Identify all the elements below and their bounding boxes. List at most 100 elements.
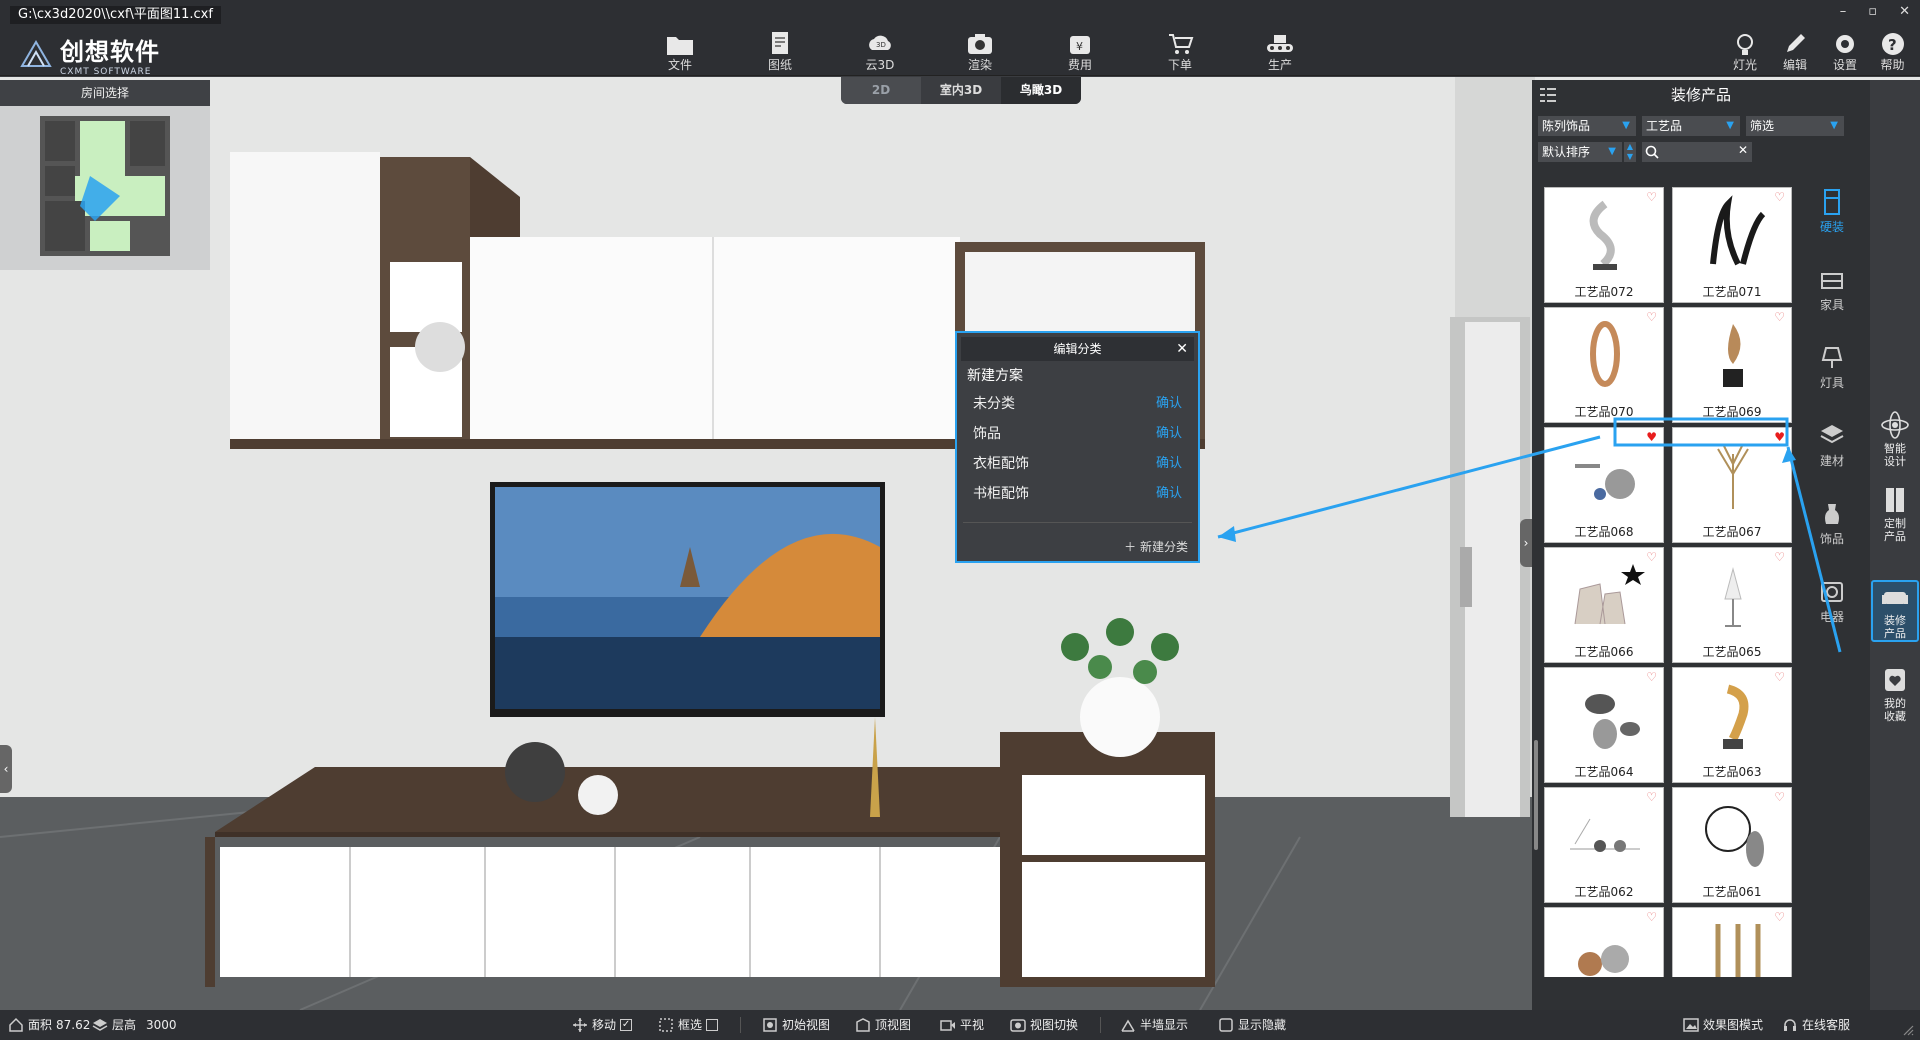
side-my-favorites[interactable]: 我的 收藏 <box>1871 665 1919 723</box>
product-card[interactable]: ♡ <box>1672 907 1792 977</box>
category-label: 家具 <box>1819 298 1844 312</box>
category-lamps[interactable]: 灯具 <box>1804 344 1860 414</box>
product-card[interactable]: ♥ 工艺品067 <box>1672 427 1792 543</box>
toolbar-help-button[interactable]: ? 帮助 <box>1865 30 1920 74</box>
toolbar-drawing-button[interactable]: 图纸 <box>750 30 810 74</box>
product-card[interactable]: ♡ 工艺品062 <box>1544 787 1664 903</box>
online-support-button[interactable]: 在线客服 <box>1782 1010 1850 1040</box>
product-card[interactable]: ♡ 工艺品071 <box>1672 187 1792 303</box>
confirm-button[interactable]: 确认 <box>1156 449 1182 479</box>
category-appliances[interactable]: 电器 <box>1804 578 1860 648</box>
product-card[interactable]: ♡ 工艺品069 <box>1672 307 1792 423</box>
favorite-heart-icon[interactable]: ♡ <box>1774 310 1785 324</box>
favorite-heart-icon[interactable]: ♡ <box>1774 790 1785 804</box>
favorite-heart-icon[interactable]: ♡ <box>1646 310 1657 324</box>
new-plan-item[interactable]: 新建方案 <box>957 361 1198 389</box>
sort-select[interactable]: 默认排序 ▼ <box>1538 142 1622 162</box>
switch-view-button[interactable]: 视图切换 <box>1010 1010 1078 1040</box>
toolbar-order-button[interactable]: 下单 <box>1150 30 1210 74</box>
3d-viewport[interactable]: 2D 室内3D 鸟瞰3D 房间选择 ‹ › 编辑分类 ✕ 新建方案 未分类 确认… <box>0 77 1920 1010</box>
favorite-heart-icon[interactable]: ♡ <box>1646 910 1657 924</box>
confirm-button[interactable]: 确认 <box>1156 389 1182 419</box>
favorite-heart-icon[interactable]: ♡ <box>1646 670 1657 684</box>
sort-order-stepper[interactable]: ▲ ▼ <box>1624 142 1636 162</box>
subcategory-select-value: 工艺品 <box>1646 119 1683 133</box>
product-card[interactable]: ♡ 工艺品070 <box>1544 307 1664 423</box>
subcategory-select[interactable]: 工艺品 ▼ <box>1642 116 1740 136</box>
collapse-right-handle[interactable]: › <box>1520 519 1532 567</box>
category-row[interactable]: 衣柜配饰 确认 <box>957 449 1198 479</box>
tab-2d[interactable]: 2D <box>841 77 921 104</box>
minimize-button[interactable]: – <box>1840 4 1847 19</box>
favorite-heart-icon[interactable]: ♥ <box>1774 430 1785 444</box>
product-card[interactable]: ♡ 工艺品061 <box>1672 787 1792 903</box>
category-furniture[interactable]: 家具 <box>1804 266 1860 336</box>
favorite-heart-icon[interactable]: ♡ <box>1774 670 1785 684</box>
appliance-icon <box>1821 582 1843 602</box>
resize-grip-icon[interactable] <box>1902 1024 1914 1036</box>
toolbar-file-button[interactable]: 文件 <box>650 30 710 74</box>
category-select[interactable]: 陈列饰品 ▼ <box>1538 116 1636 136</box>
toolbar-cloud3d-button[interactable]: 3D 云3D <box>850 30 910 74</box>
product-card[interactable]: ♡ 工艺品065 <box>1672 547 1792 663</box>
move-toggle[interactable]: 移动 ✓ <box>572 1010 633 1040</box>
product-card[interactable]: ♡ 工艺品063 <box>1672 667 1792 783</box>
search-input[interactable]: ✕ <box>1642 142 1752 162</box>
top-view-button[interactable]: 顶视图 <box>855 1010 911 1040</box>
category-row[interactable]: 书柜配饰 确认 <box>957 479 1198 509</box>
category-row[interactable]: 饰品 确认 <box>957 419 1198 449</box>
svg-text:3D: 3D <box>876 41 886 49</box>
favorite-heart-icon[interactable]: ♥ <box>1646 430 1657 444</box>
side-custom-products[interactable]: 定制 产品 <box>1871 485 1919 543</box>
move-checkbox[interactable]: ✓ <box>620 1019 633 1031</box>
product-card[interactable]: ♡ <box>1544 907 1664 977</box>
floorplan-minimap[interactable] <box>0 106 210 270</box>
collapse-left-handle[interactable]: ‹ <box>0 745 12 793</box>
tab-interior-3d[interactable]: 室内3D <box>921 77 1001 104</box>
box-select-toggle[interactable]: 框选 <box>658 1010 719 1040</box>
category-row[interactable]: 未分类 确认 <box>957 389 1198 419</box>
product-card[interactable]: ♡ 工艺品066 <box>1544 547 1664 663</box>
product-card[interactable]: ♡ 工艺品064 <box>1544 667 1664 783</box>
plan-view-button[interactable]: 平视 <box>940 1010 984 1040</box>
help-icon: ? <box>1881 33 1904 55</box>
close-window-button[interactable]: ✕ <box>1899 4 1910 19</box>
favorite-heart-icon[interactable]: ♡ <box>1774 190 1785 204</box>
show-hide-button[interactable]: 显示隐藏 <box>1218 1010 1286 1040</box>
toolbar-production-button[interactable]: 生产 <box>1250 30 1310 74</box>
clear-search-icon[interactable]: ✕ <box>1738 143 1748 157</box>
confirm-button[interactable]: 确认 <box>1156 419 1182 449</box>
category-hard-decoration[interactable]: 硬装 <box>1804 188 1860 258</box>
favorite-heart-icon[interactable]: ♡ <box>1646 550 1657 564</box>
product-panel: 装修产品 陈列饰品 ▼ 工艺品 ▼ 筛选 ▼ 默认排序 ▼ ▲ ▼ ✕ ♡ 工艺… <box>1532 80 1870 1010</box>
box-select-checkbox[interactable] <box>706 1019 719 1031</box>
product-thumbnail <box>1723 684 1749 749</box>
filter-select[interactable]: 筛选 ▼ <box>1746 116 1844 136</box>
toolbar-cost-button[interactable]: ¥ 费用 <box>1050 30 1110 74</box>
favorite-heart-icon[interactable]: ♡ <box>1774 910 1785 924</box>
side-smart-design[interactable]: 智能 设计 <box>1871 410 1919 468</box>
maximize-button[interactable]: ▫ <box>1868 4 1877 19</box>
new-category-button[interactable]: ＋ 新建分类 <box>1124 538 1188 555</box>
toolbar-render-button[interactable]: 渲染 <box>950 30 1010 74</box>
initial-view-button[interactable]: 初始视图 <box>762 1010 830 1040</box>
divider <box>740 1017 741 1033</box>
favorite-heart-icon[interactable]: ♡ <box>1774 550 1785 564</box>
category-accessories[interactable]: 饰品 <box>1804 500 1860 570</box>
product-name: 工艺品070 <box>1574 405 1634 419</box>
half-wall-button[interactable]: 半墙显示 <box>1120 1010 1188 1040</box>
product-card[interactable]: ♡ 工艺品072 <box>1544 187 1664 303</box>
render-mode-button[interactable]: 效果图模式 <box>1683 1010 1763 1040</box>
tab-birdseye-3d[interactable]: 鸟瞰3D <box>1001 77 1081 104</box>
product-scrollbar[interactable] <box>1534 740 1538 850</box>
favorite-heart-icon[interactable]: ♡ <box>1646 190 1657 204</box>
category-label: 建材 <box>1819 454 1844 468</box>
close-icon[interactable]: ✕ <box>1176 337 1188 361</box>
list-menu-icon[interactable] <box>1540 88 1556 102</box>
category-building-materials[interactable]: 建材 <box>1804 422 1860 492</box>
side-decoration-products[interactable]: 装修 产品 <box>1871 580 1919 642</box>
confirm-button[interactable]: 确认 <box>1156 479 1182 509</box>
product-card[interactable]: ♥ 工艺品068 <box>1544 427 1664 543</box>
window-title: G:\cx3d2020\\cxf\平面图11.cxf <box>10 6 221 24</box>
favorite-heart-icon[interactable]: ♡ <box>1646 790 1657 804</box>
